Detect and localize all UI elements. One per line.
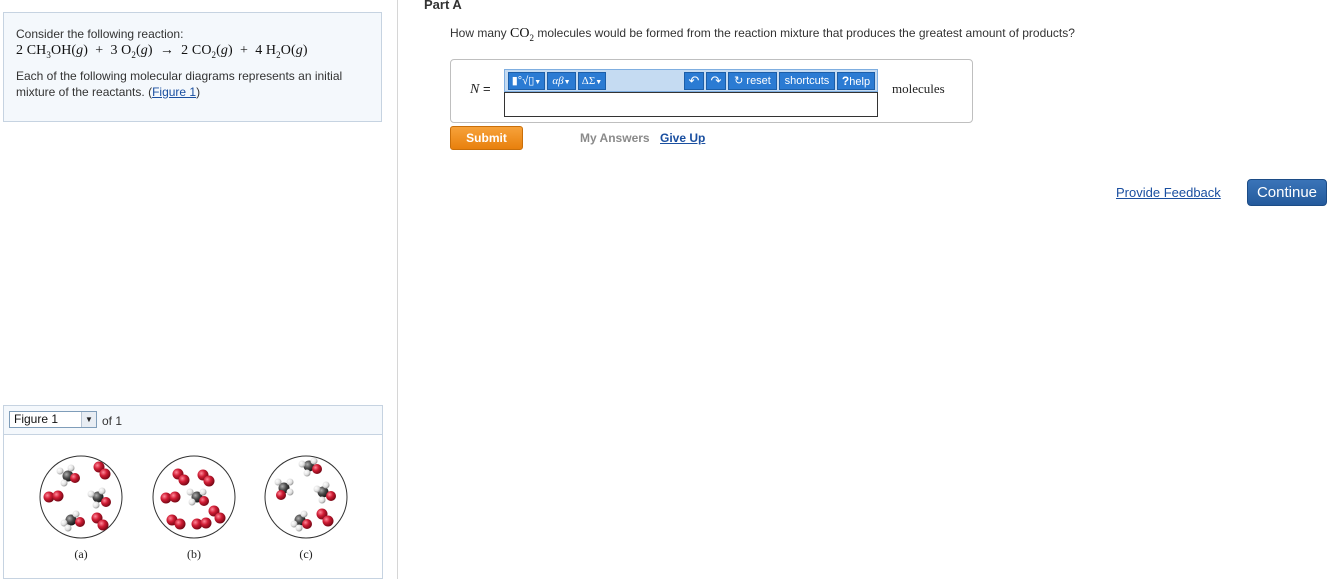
coef-2: 3 [110, 43, 118, 58]
label-b: (b) [187, 547, 201, 561]
product-co2: CO2(g) [191, 43, 233, 60]
reaction-equation: 2 CH3OH(g) + 3 O2(g) → 2 CO2(g) + 4 H2O(… [16, 43, 308, 60]
problem-intro: Consider the following reaction: [16, 27, 184, 41]
part-title: Part A [424, 0, 462, 12]
answer-input[interactable] [504, 92, 878, 117]
help-button[interactable]: ?help [837, 72, 875, 90]
math-toolbar: ▮°√▯▼ αβ▼ ΔΣ▼ ↶ ↷ ↻ reset shortcuts ?hel… [504, 69, 878, 92]
variable-label: N = [470, 81, 491, 97]
diagram-c: (c) [264, 455, 348, 561]
redo-icon[interactable]: ↷ [706, 72, 726, 90]
reaction-arrow: → [159, 43, 174, 58]
product-water: H2O(g) [265, 43, 308, 60]
my-answers-link[interactable]: My Answers [580, 131, 650, 145]
problem-statement: Consider the following reaction: 2 CH3OH… [3, 12, 382, 122]
undo-icon[interactable]: ↶ [684, 72, 704, 90]
reset-icon: ↻ [734, 75, 744, 87]
question-post: molecules would be formed from the react… [537, 26, 1075, 40]
question-text: How many CO2 molecules would be formed f… [450, 26, 1075, 43]
figure-select-value: Figure 1 [14, 412, 59, 426]
submit-button[interactable]: Submit [450, 126, 523, 150]
figure-select[interactable]: Figure 1 ▼ [9, 411, 97, 428]
label-a: (a) [74, 547, 87, 561]
answer-area: N = ▮°√▯▼ αβ▼ ΔΣ▼ ↶ ↷ ↻ reset shortcuts … [450, 59, 973, 123]
chevron-down-icon[interactable]: ▼ [81, 412, 96, 427]
diagram-a: (a) [39, 455, 123, 561]
figure-count: of 1 [102, 414, 123, 428]
diagram-b: (b) [152, 455, 236, 561]
greek-button[interactable]: αβ▼ [547, 72, 576, 90]
left-column: Consider the following reaction: 2 CH3OH… [0, 0, 398, 579]
coef-4: 4 [255, 43, 263, 58]
molecular-diagrams: (a) (b) (c) [4, 434, 382, 578]
reactant-oxygen: O2(g) [121, 43, 153, 60]
label-c: (c) [299, 547, 312, 561]
figure-link[interactable]: Figure 1 [152, 85, 196, 99]
provide-feedback-link[interactable]: Provide Feedback [1116, 185, 1221, 200]
unit-label: molecules [892, 81, 945, 96]
shortcuts-button[interactable]: shortcuts [779, 72, 835, 90]
figure-panel: Figure 1 ▼ of 1 (a) (b) (c) [3, 405, 383, 579]
reactant-methanol: CH3OH(g) [26, 43, 89, 60]
give-up-link[interactable]: Give Up [660, 131, 705, 145]
symbols-button[interactable]: ΔΣ▼ [578, 72, 606, 90]
continue-button[interactable]: Continue [1247, 179, 1327, 206]
templates-button[interactable]: ▮°√▯▼ [508, 72, 545, 90]
problem-description: Each of the following molecular diagrams… [16, 68, 343, 99]
coef-3: 2 [181, 43, 189, 58]
reset-button[interactable]: ↻ reset [728, 72, 777, 90]
coef-1: 2 [16, 43, 24, 58]
question-pre: How many [450, 26, 507, 40]
question-chem: CO2 [510, 26, 534, 43]
figure-navigation-bar: Figure 1 ▼ of 1 [4, 406, 382, 435]
